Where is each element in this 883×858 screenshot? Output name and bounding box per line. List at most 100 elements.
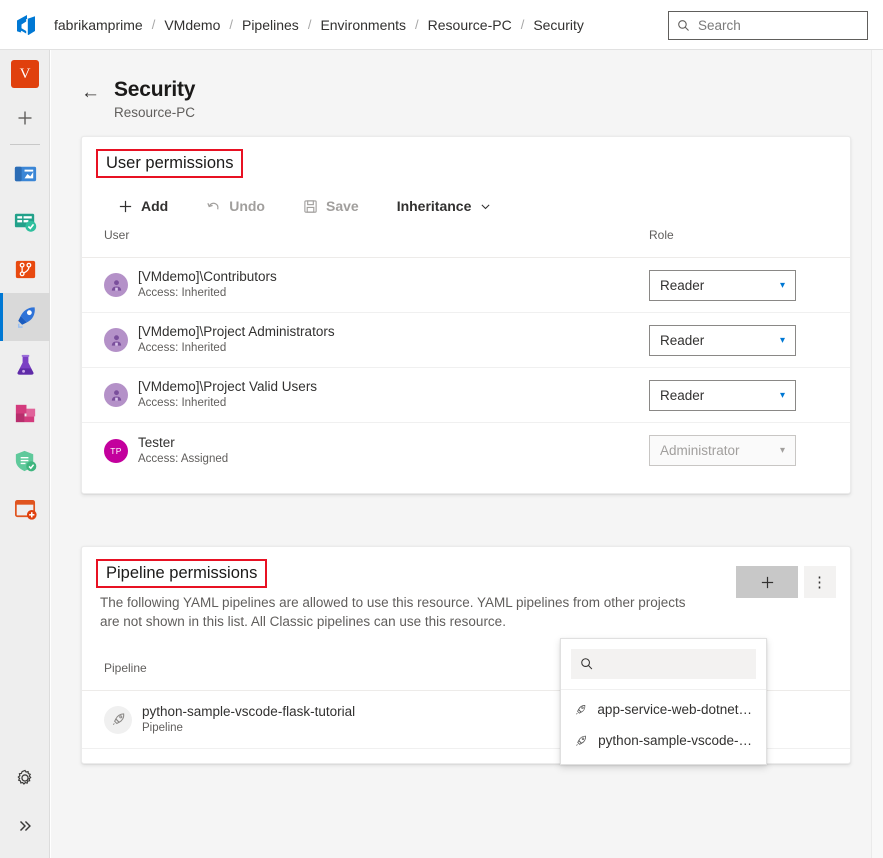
user-permissions-title: User permissions <box>96 149 244 178</box>
pipeline-actions: ⋮ <box>736 566 836 598</box>
user-avatar-button[interactable]: V <box>0 52 50 96</box>
user-access: Access: Inherited <box>138 397 227 409</box>
breadcrumb-item-0[interactable]: fabrikamprime <box>54 17 143 33</box>
user-access: Access: Assigned <box>138 452 229 465</box>
list-item[interactable]: python-sample-vscode-… <box>561 725 766 756</box>
table-row[interactable]: TP Tester Access: Assigned Administrator… <box>82 423 850 478</box>
table-row[interactable]: [VMdemo]\Contributors Access: Inherited … <box>82 258 850 313</box>
sidebar-item-artifacts[interactable] <box>0 389 50 437</box>
pipeline-rocket-icon <box>576 704 586 714</box>
main-content-area: ← Security Resource-PC User permissions … <box>51 50 883 858</box>
sidebar-item-boards[interactable] <box>0 197 50 245</box>
sidebar-item-add-extension[interactable] <box>0 485 50 533</box>
back-arrow-icon[interactable]: ← <box>81 80 100 106</box>
sidebar-item-overview[interactable] <box>0 149 50 197</box>
project-settings-button[interactable] <box>0 754 50 802</box>
role-value: Reader <box>660 387 705 403</box>
rail-bottom-group <box>0 754 50 858</box>
pipeline-name: python-sample-vscode-flask-tutorial <box>142 703 356 719</box>
chevron-down-icon: ▾ <box>779 334 785 346</box>
plus-icon <box>18 111 32 125</box>
sidebar-item-test-plans[interactable] <box>0 341 50 389</box>
create-new-button[interactable] <box>0 96 50 140</box>
undo-icon <box>207 202 219 209</box>
role-dropdown[interactable]: Reader ▾ <box>649 269 796 301</box>
test-plans-flask-icon <box>17 354 33 375</box>
role-dropdown: Administrator ▾ <box>649 435 796 466</box>
page-scrollbar[interactable] <box>871 50 883 858</box>
user-name: [VMdemo]\Project Administrators <box>138 324 335 339</box>
expand-rail-button[interactable] <box>0 802 50 850</box>
breadcrumb-separator: / <box>520 17 525 32</box>
plus-icon <box>761 576 773 588</box>
breadcrumb: fabrikamprime / VMdemo / Pipelines / Env… <box>54 17 584 33</box>
double-chevron-right-icon <box>19 820 31 832</box>
inheritance-button[interactable]: Inheritance <box>385 192 505 220</box>
rail-divider <box>9 144 40 145</box>
user-identity: [VMdemo]\Project Valid Users Access: Inh… <box>104 379 649 411</box>
inheritance-button-label: Inheritance <box>396 198 472 214</box>
azure-devops-logo[interactable] <box>0 12 54 38</box>
group-avatar-icon <box>111 389 121 401</box>
user-identity: [VMdemo]\Project Administrators Access: … <box>104 324 649 356</box>
avatar <box>104 273 128 297</box>
pipeline-permissions-title: Pipeline permissions <box>96 559 268 588</box>
page-subtitle: Resource-PC <box>114 105 196 120</box>
group-avatar-icon <box>111 279 121 291</box>
search-input[interactable]: Search <box>668 11 868 40</box>
identity-text: [VMdemo]\Project Administrators Access: … <box>138 324 335 356</box>
user-identity: TP Tester Access: Assigned <box>104 435 649 467</box>
identity-text: python-sample-vscode-flask-tutorial Pipe… <box>142 704 355 736</box>
pipeline-rocket-icon <box>576 735 586 746</box>
chevron-down-icon <box>481 204 490 209</box>
repos-icon <box>15 260 35 278</box>
top-header-bar: fabrikamprime / VMdemo / Pipelines / Env… <box>0 0 883 50</box>
breadcrumb-item-1[interactable]: VMdemo <box>164 17 220 33</box>
artifacts-boxes-icon <box>15 404 35 422</box>
identity-text: Tester Access: Assigned <box>138 435 228 467</box>
add-button-label: Add <box>141 198 169 214</box>
user-permissions-toolbar: Add Undo Save Inheritance <box>82 184 850 228</box>
more-actions-button[interactable]: ⋮ <box>804 566 836 598</box>
column-header-pipeline: Pipeline <box>104 661 147 675</box>
avatar <box>104 705 132 734</box>
avatar <box>104 383 128 407</box>
user-name: [VMdemo]\Project Valid Users <box>138 379 318 394</box>
role-dropdown[interactable]: Reader ▾ <box>649 324 796 356</box>
list-item[interactable]: app-service-web-dotnet… <box>561 694 766 725</box>
column-header-role: Role <box>649 228 674 242</box>
table-row[interactable]: [VMdemo]\Project Valid Users Access: Inh… <box>82 368 850 423</box>
boards-icon <box>14 213 36 232</box>
pipeline-rocket-icon <box>112 713 124 725</box>
add-card-icon <box>14 499 37 520</box>
user-permissions-card: User permissions Add Undo Save Inheritan… <box>81 136 851 494</box>
pipeline-permissions-card: Pipeline permissions The following YAML … <box>81 546 851 765</box>
breadcrumb-item-3[interactable]: Environments <box>320 17 406 33</box>
pipeline-type: Pipeline <box>142 721 183 734</box>
sidebar-item-advanced-security[interactable] <box>0 437 50 485</box>
add-pipeline-button[interactable] <box>736 566 798 598</box>
page-header: ← Security Resource-PC <box>51 50 883 120</box>
column-header-user: User <box>104 228 130 242</box>
breadcrumb-item-4[interactable]: Resource-PC <box>428 17 512 33</box>
role-value: Reader <box>660 277 705 293</box>
sidebar-item-repos[interactable] <box>0 245 50 293</box>
role-value: Administrator <box>660 443 740 458</box>
user-initial-badge: V <box>11 60 39 88</box>
save-button: Save <box>291 192 371 220</box>
flyout-search-input[interactable] <box>571 649 756 679</box>
table-row[interactable]: [VMdemo]\Project Administrators Access: … <box>82 313 850 368</box>
page-title: Security <box>114 78 196 101</box>
breadcrumb-item-5[interactable]: Security <box>533 17 584 33</box>
chevron-down-icon: ▾ <box>779 389 785 401</box>
chevron-down-icon: ▾ <box>779 279 785 291</box>
sidebar-item-pipelines[interactable] <box>0 293 50 341</box>
breadcrumb-separator: / <box>415 17 419 32</box>
pipeline-permissions-description: The following YAML pipelines are allowed… <box>100 595 686 629</box>
overview-icon <box>14 166 36 181</box>
role-dropdown[interactable]: Reader ▾ <box>649 379 796 411</box>
breadcrumb-item-2[interactable]: Pipelines <box>242 17 299 33</box>
flyout-pipeline-list: app-service-web-dotnet… python-sample-vs… <box>561 689 766 764</box>
user-access: Access: Inherited <box>138 287 227 299</box>
add-button[interactable]: Add <box>106 192 180 220</box>
